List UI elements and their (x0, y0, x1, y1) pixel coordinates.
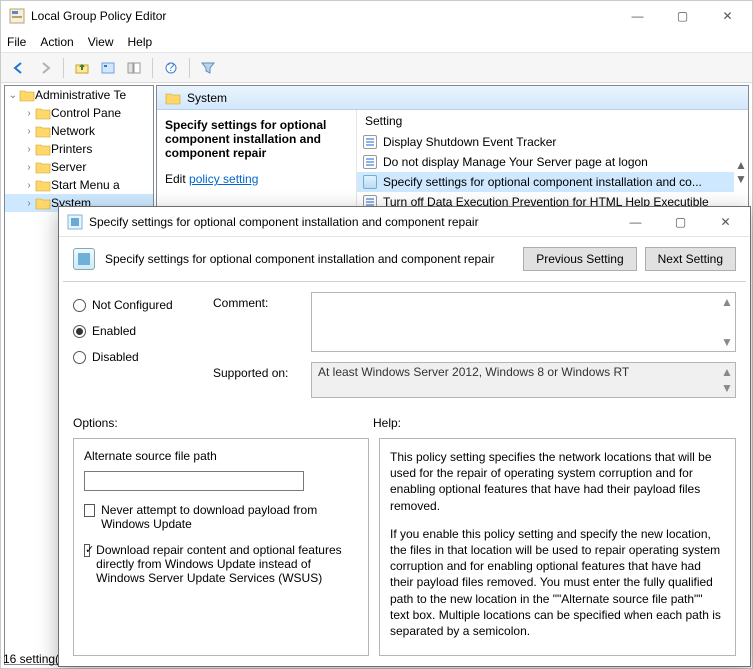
comment-textarea[interactable]: ▲▼ (311, 292, 736, 352)
banner-text: Specify settings for optional component … (105, 252, 495, 266)
banner-icon (73, 248, 95, 270)
state-radio-group: Not Configured Enabled Disabled (73, 292, 213, 398)
menu-action[interactable]: Action (40, 35, 73, 49)
close-button[interactable]: ✕ (705, 1, 750, 31)
comment-scroll[interactable]: ▲▼ (721, 295, 733, 349)
radio-enabled[interactable]: Enabled (73, 324, 213, 338)
folder-icon (165, 91, 181, 105)
tree-item[interactable]: ›Control Pane (5, 104, 153, 122)
comment-label: Comment: (213, 292, 301, 310)
checkbox-use-windows-update[interactable]: Download repair content and optional fea… (84, 543, 358, 585)
supported-on-box: At least Windows Server 2012, Windows 8 … (311, 362, 736, 398)
dialog-close-button[interactable]: ✕ (703, 207, 748, 237)
tree-root[interactable]: ⌄ Administrative Te (5, 86, 153, 104)
minimize-button[interactable]: — (615, 1, 660, 31)
radio-disabled[interactable]: Disabled (73, 350, 213, 364)
category-name: System (187, 91, 227, 105)
options-label: Options: (73, 416, 373, 430)
gpedit-icon (9, 8, 25, 24)
main-title: Local Group Policy Editor (31, 9, 615, 23)
policy-dialog-icon (67, 214, 83, 230)
setting-row-selected[interactable]: Specify settings for optional component … (357, 172, 734, 192)
up-button[interactable] (70, 56, 94, 80)
setting-row[interactable]: Do not display Manage Your Server page a… (357, 152, 734, 172)
dialog-maximize-button[interactable]: ▢ (658, 207, 703, 237)
dialog-title: Specify settings for optional component … (89, 215, 613, 229)
policy-icon (363, 175, 377, 189)
alt-path-input[interactable] (84, 471, 304, 491)
menu-view[interactable]: View (88, 35, 114, 49)
svg-text:?: ? (168, 61, 175, 74)
checkbox-never-download[interactable]: Never attempt to download payload from W… (84, 503, 358, 531)
tree-item[interactable]: ›Network (5, 122, 153, 140)
properties-button[interactable] (96, 56, 120, 80)
previous-setting-button[interactable]: Previous Setting (523, 247, 636, 271)
help-label: Help: (373, 416, 401, 430)
supported-label: Supported on: (213, 362, 301, 380)
maximize-button[interactable]: ▢ (660, 1, 705, 31)
tree-item[interactable]: ›Printers (5, 140, 153, 158)
menubar: File Action View Help (1, 31, 752, 53)
policy-icon (363, 155, 377, 169)
column-header-setting[interactable]: Setting (357, 110, 748, 132)
alt-path-label: Alternate source file path (84, 449, 358, 463)
setting-row[interactable]: Display Shutdown Event Tracker (357, 132, 734, 152)
dialog-titlebar: Specify settings for optional component … (59, 207, 750, 237)
next-setting-button[interactable]: Next Setting (645, 247, 736, 271)
forward-button[interactable] (33, 56, 57, 80)
dialog-minimize-button[interactable]: — (613, 207, 658, 237)
policy-dialog: Specify settings for optional component … (58, 206, 751, 667)
category-header: System (157, 86, 748, 110)
help-panel: This policy setting specifies the networ… (379, 438, 736, 656)
list-scroll[interactable]: ▲▼ (734, 132, 748, 212)
menu-help[interactable]: Help (128, 35, 153, 49)
dialog-banner: Specify settings for optional component … (59, 237, 750, 281)
tree-item[interactable]: ›Start Menu a (5, 176, 153, 194)
help-paragraph: This policy setting specifies the networ… (390, 449, 725, 514)
help-toolbar-button[interactable]: ? (159, 56, 183, 80)
radio-not-configured[interactable]: Not Configured (73, 298, 213, 312)
main-titlebar: Local Group Policy Editor — ▢ ✕ (1, 1, 752, 31)
help-paragraph: If you enable this policy setting and sp… (390, 526, 725, 639)
setting-title: Specify settings for optional component … (165, 118, 348, 160)
tree-item[interactable]: ›Server (5, 158, 153, 176)
options-panel: Alternate source file path Never attempt… (73, 438, 369, 656)
menu-file[interactable]: File (7, 35, 26, 49)
back-button[interactable] (7, 56, 31, 80)
edit-policy-link[interactable]: policy setting (189, 172, 258, 186)
toolbar: ? (1, 53, 752, 83)
supported-scroll[interactable]: ▲▼ (721, 365, 733, 395)
show-hide-tree-button[interactable] (122, 56, 146, 80)
filter-button[interactable] (196, 56, 220, 80)
policy-icon (363, 135, 377, 149)
